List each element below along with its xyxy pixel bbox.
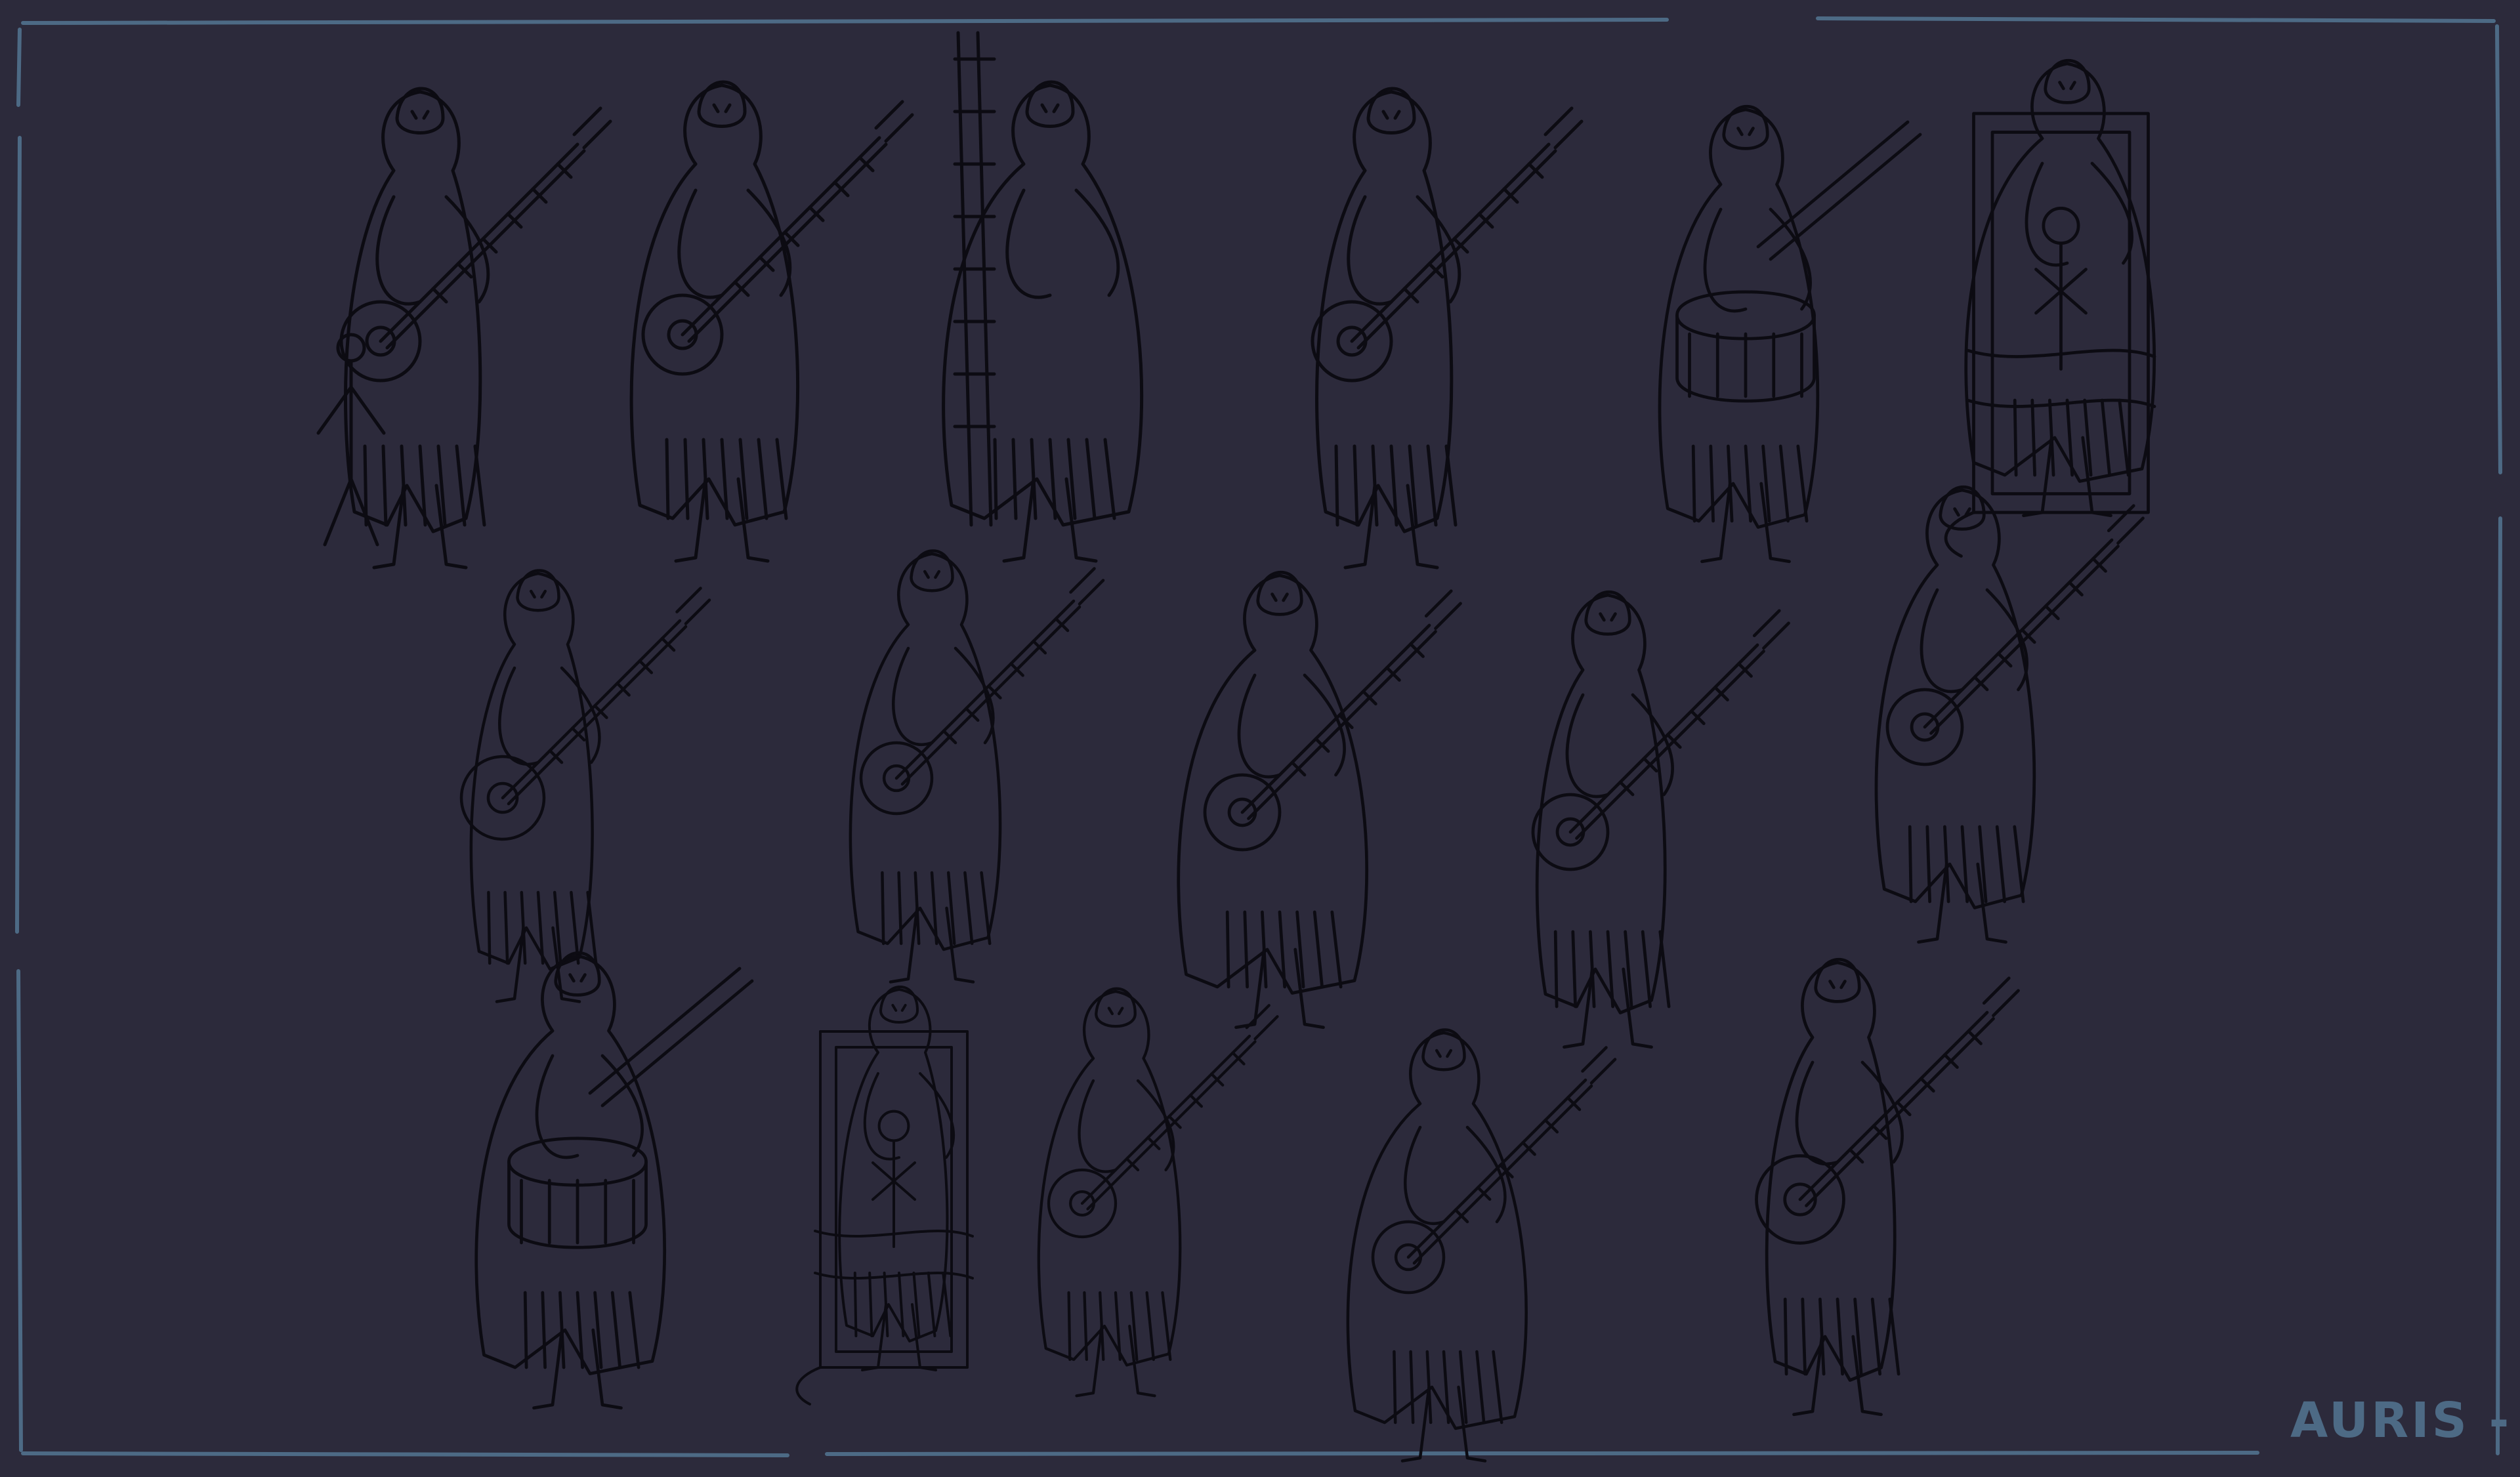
sketch-canvas: AURIS - 02 (15, 16, 2520, 1463)
sketch-robed-skeleton-guitarist (1531, 590, 1790, 1049)
drum-icon (1658, 104, 1922, 564)
sketch-cloaked-guitarist-with-chains (1311, 87, 1584, 570)
banjo-icon (1755, 957, 2020, 1417)
sketch-kneeling-cloaked-player (1037, 987, 1279, 1398)
sketch-masked-figure-with-long-banjo (1755, 957, 2020, 1417)
sketch-drum-headed-banjo-player (474, 951, 754, 1410)
sketch-tall-robed-figure-with-staff (942, 31, 1144, 563)
sketch-reclining-figure-with-instrument (1346, 1028, 1617, 1463)
sketch-coffin-with-skull-and-player (1944, 58, 2156, 558)
guitar-icon (339, 87, 612, 570)
banjo-icon (459, 569, 711, 1003)
lute-icon (1177, 570, 1462, 1030)
sketch-figures (316, 31, 2156, 1463)
sketch-hunched-guitarist (849, 549, 1105, 984)
signature-label: AURIS - 02 (2290, 1392, 2520, 1449)
sketch-crouching-banjo-player (459, 569, 711, 1003)
scale-stick-figure (316, 333, 386, 547)
sketch-hairy-figure-with-lute (1177, 570, 1462, 1030)
guitar-icon (849, 549, 1105, 984)
sketch-horned-knight-with-lute (629, 80, 914, 563)
guitar-icon (1531, 590, 1790, 1049)
coffin-icon (795, 986, 975, 1406)
border-frame (15, 16, 2502, 1457)
sketch-seated-drummer-with-sitar (1874, 485, 2145, 944)
sketch-hooded-guitarist-with-stick-figure (339, 87, 612, 570)
lute-icon (629, 80, 914, 563)
guitar-icon (1346, 1028, 1617, 1463)
concept-sketch-sheet: AURIS - 02 (0, 0, 2520, 1477)
coffin-icon (1944, 58, 2156, 558)
sitar-icon (1874, 485, 2145, 944)
guitar-icon (1311, 87, 1584, 570)
sketch-skull-drummer-with-guitar (1658, 104, 1922, 564)
staff-icon (942, 31, 1144, 563)
sketch-small-coffin-with-skeleton (795, 986, 975, 1406)
drum-icon (474, 951, 754, 1410)
guitar-icon (1037, 987, 1279, 1398)
